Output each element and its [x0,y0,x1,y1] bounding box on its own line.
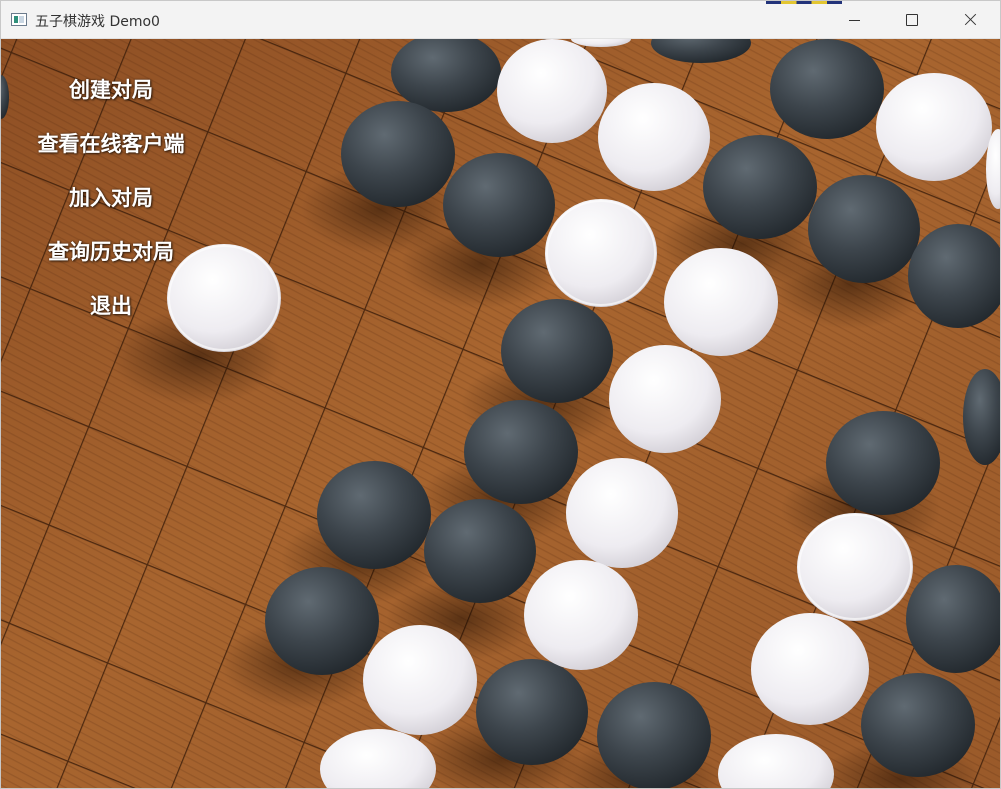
window-title: 五子棋游戏 Demo0 [35,14,160,30]
create-game-button[interactable]: 创建对局 [1,74,221,104]
minimize-icon[interactable] [825,1,883,39]
app-icon [11,13,27,26]
main-menu: 创建对局 查看在线客户端 加入对局 查询历史对局 退出 [1,39,231,339]
exit-button[interactable]: 退出 [1,290,221,320]
title-bar[interactable]: 五子棋游戏 Demo0 [1,1,1000,39]
close-icon[interactable] [941,1,999,39]
main-area: 创建对局 查看在线客户端 加入对局 查询历史对局 退出 [1,39,1000,788]
join-game-button[interactable]: 加入对局 [1,182,221,212]
app-window: 五子棋游戏 Demo0 创建对局 查看在线客户端 加入对局 查询历史对局 退出 [0,0,1001,789]
query-history-button[interactable]: 查询历史对局 [1,236,221,266]
view-online-clients-button[interactable]: 查看在线客户端 [1,128,221,158]
maximize-icon[interactable] [883,1,941,39]
